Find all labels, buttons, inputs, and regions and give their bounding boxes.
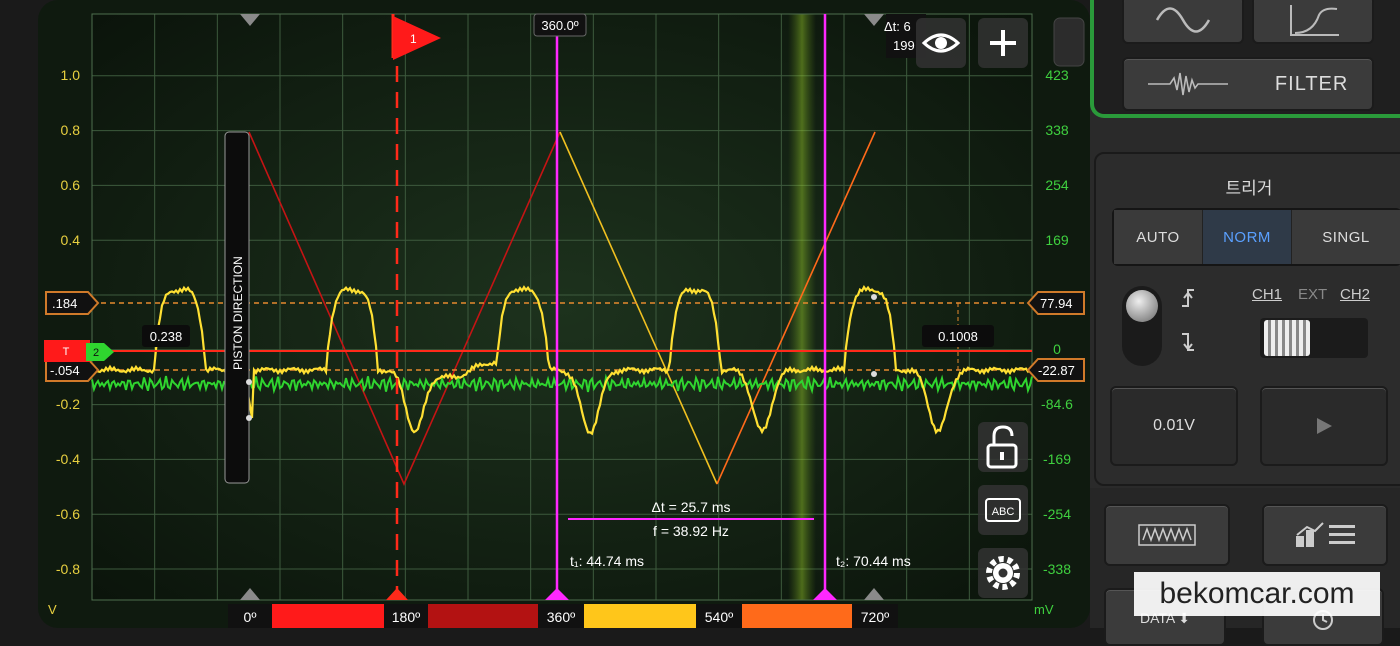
curve-icon <box>1290 5 1339 36</box>
trigger-title: 트리거 <box>1225 179 1273 198</box>
trigger-level-value: 0.01V <box>1153 417 1195 434</box>
left-axis-tick: -0.4 <box>56 451 80 467</box>
control-panel: FILTER 트리거 AUTO NORM SINGL CH1 EXT CH2 0… <box>1090 0 1400 646</box>
degree-label-540: 540º <box>705 609 733 625</box>
left-axis-tick: 0.4 <box>61 232 81 248</box>
lock-button[interactable] <box>978 422 1028 472</box>
label-button[interactable]: ABC <box>978 485 1028 535</box>
ch2-marker-low[interactable]: -22.87 <box>1026 358 1085 382</box>
right-axis-tick: -84.6 <box>1041 396 1073 412</box>
trigger-mode-auto[interactable]: AUTO <box>1114 210 1203 264</box>
cursor-top-label: 360.0º <box>541 18 579 33</box>
right-value-label: 0.1008 <box>938 329 978 344</box>
degree-label-360: 360º <box>547 609 575 625</box>
left-axis-tick: 0.8 <box>61 122 81 138</box>
math-filter-section: FILTER <box>1090 0 1400 118</box>
sine-wave-icon <box>1155 7 1211 33</box>
svg-text:1: 1 <box>410 32 417 46</box>
trigger-source-labels: CH1 EXT CH2 <box>1248 286 1388 310</box>
scope-canvas: 1 360.0º Δt: 6 199 PISTON DIRECTION 0.23… <box>38 0 1090 628</box>
source-ch1[interactable]: CH1 <box>1252 286 1282 303</box>
cursor-2-time-label: t₂: 70.44 ms <box>836 553 911 569</box>
delta-top-value: 199 <box>893 38 915 53</box>
zigzag-wave-icon <box>1138 524 1196 546</box>
slope-toggle[interactable] <box>1122 286 1162 366</box>
source-ext[interactable]: EXT <box>1298 286 1327 303</box>
trigger-mode-selector: AUTO NORM SINGL <box>1112 208 1400 266</box>
eye-button[interactable] <box>916 18 966 68</box>
source-slider-thumb[interactable] <box>1264 320 1310 356</box>
right-axis-tick: 423 <box>1045 67 1069 83</box>
panel-handle[interactable] <box>1053 17 1085 67</box>
abc-icon: ABC <box>992 506 1015 518</box>
degree-label-0: 0º <box>244 609 257 625</box>
left-axis-tick: -0.8 <box>56 561 80 577</box>
trigger-level-display[interactable]: 0.01V <box>1110 386 1238 466</box>
degree-label-180: 180º <box>392 609 420 625</box>
svg-text:.184: .184 <box>52 296 77 311</box>
piston-direction-label: PISTON DIRECTION <box>231 256 245 370</box>
trigger-level-tag[interactable]: T <box>44 340 90 362</box>
delta-t-label: Δt = 25.7 ms <box>652 499 731 515</box>
filter-button[interactable]: FILTER <box>1122 57 1374 111</box>
add-button[interactable] <box>978 18 1028 68</box>
delta-top-label: Δt: 6 <box>884 19 911 34</box>
ch2-marker-high[interactable]: 77.94 <box>1026 291 1085 315</box>
svg-text:-.054: -.054 <box>50 363 80 378</box>
sine-button[interactable] <box>1122 0 1244 44</box>
filter-label: FILTER <box>1274 72 1349 95</box>
right-axis-tick: -338 <box>1043 561 1071 577</box>
cursor-1-time-label: t₁: 44.74 ms <box>570 553 644 569</box>
left-value-label: 0.238 <box>150 329 183 344</box>
left-axis-tick: 1.0 <box>61 67 81 83</box>
svg-text:-22.87: -22.87 <box>1038 363 1075 378</box>
source-ch2[interactable]: CH2 <box>1340 286 1370 303</box>
svg-text:T: T <box>63 346 70 358</box>
right-axis-tick: 338 <box>1045 122 1069 138</box>
waveform-icon <box>1147 72 1228 96</box>
watermark: bekomcar.com <box>1134 572 1380 616</box>
cycle-bar: 0º 180º 360º 540º 720º <box>228 604 898 628</box>
run-button[interactable] <box>1260 386 1388 466</box>
trigger-mode-norm[interactable]: NORM <box>1203 210 1292 264</box>
svg-text:2: 2 <box>93 347 99 359</box>
right-axis-tick: 169 <box>1045 232 1069 248</box>
frequency-label: f = 38.92 Hz <box>653 523 729 539</box>
play-icon <box>1317 418 1332 434</box>
source-slider[interactable] <box>1260 318 1368 358</box>
left-axis-unit: V <box>48 602 57 617</box>
waveform-view-button[interactable] <box>1104 504 1230 566</box>
left-axis-tick: 0.6 <box>61 177 81 193</box>
slope-toggle-knob[interactable] <box>1126 290 1158 322</box>
settings-button[interactable] <box>978 548 1028 598</box>
svg-text:77.94: 77.94 <box>1040 296 1073 311</box>
chart-list-icon <box>1296 522 1355 547</box>
oscilloscope-screen: 1 360.0º Δt: 6 199 PISTON DIRECTION 0.23… <box>0 0 1090 628</box>
measurements-button[interactable] <box>1262 504 1388 566</box>
trigger-section: 트리거 AUTO NORM SINGL CH1 EXT CH2 0.01V <box>1094 152 1400 486</box>
ch1-marker-high[interactable]: .184 <box>45 291 100 315</box>
trigger-mode-singl[interactable]: SINGL <box>1292 210 1400 264</box>
right-axis-tick: -169 <box>1043 451 1071 467</box>
ch1-marker-low[interactable]: -.054 <box>45 358 100 382</box>
right-axis-tick: -254 <box>1043 506 1071 522</box>
right-axis-tick: 254 <box>1045 177 1069 193</box>
right-axis-tick: 0 <box>1053 341 1061 357</box>
degree-label-720: 720º <box>861 609 889 625</box>
curve-button[interactable] <box>1252 0 1374 44</box>
left-axis-tick: -0.6 <box>56 506 80 522</box>
slope-icons <box>1182 289 1194 351</box>
left-axis-tick: -0.2 <box>56 396 80 412</box>
right-axis-unit: mV <box>1034 602 1054 617</box>
